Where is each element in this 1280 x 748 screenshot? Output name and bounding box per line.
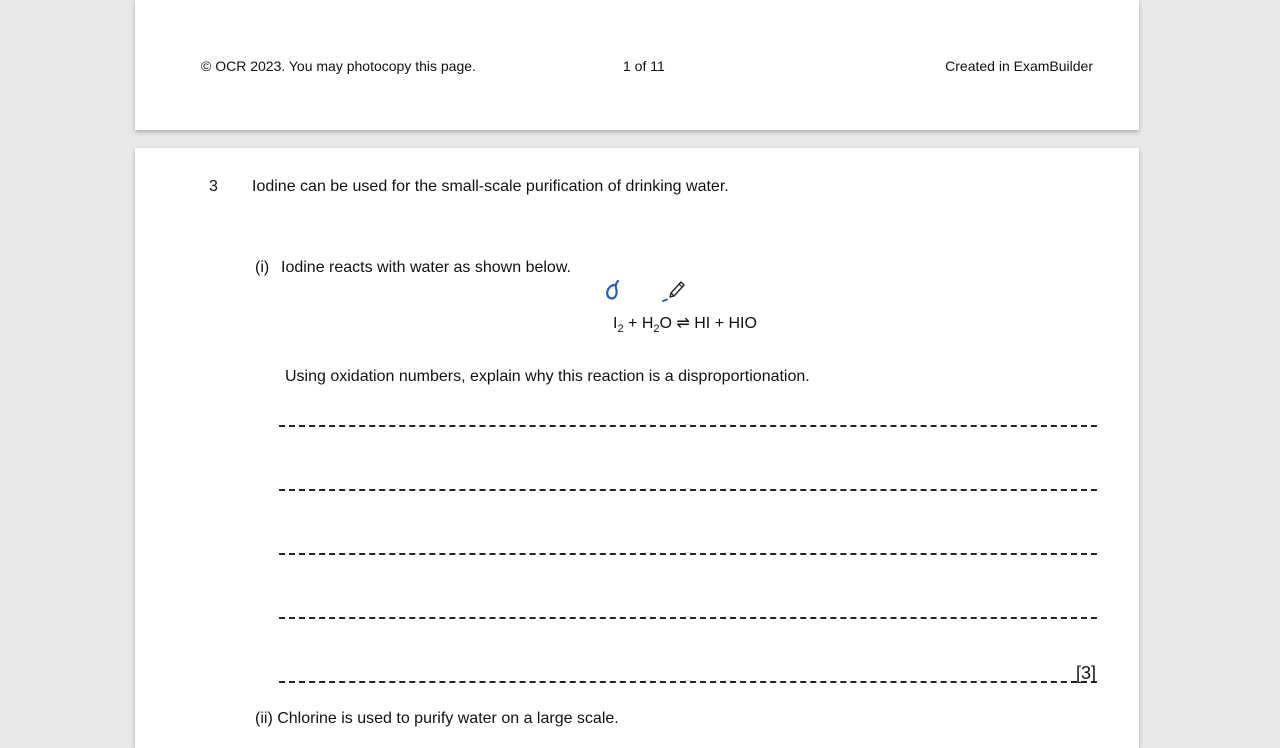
part-i-label: (i) xyxy=(255,259,270,276)
answer-line-3[interactable] xyxy=(279,553,1097,555)
question-number: 3 xyxy=(209,178,218,195)
footer-created-in: Created in ExamBuilder xyxy=(945,58,1093,74)
equation-water-o: O xyxy=(659,315,672,332)
answer-line-4[interactable] xyxy=(279,617,1097,619)
footer-page-indicator: 1 of 11 xyxy=(623,58,665,74)
pen-icon[interactable] xyxy=(661,277,689,303)
marks-indicator: [3] xyxy=(1075,663,1096,683)
chemical-equation: I2 + H2O ⇌ HI + HIO xyxy=(613,313,757,335)
question-stem: Iodine can be used for the small-scale p… xyxy=(252,178,729,195)
part-ii-text: Chlorine is used to purify water on a la… xyxy=(277,710,619,727)
handwritten-zero-annotation xyxy=(606,280,620,300)
equation-products: HI + HIO xyxy=(694,315,757,332)
answer-line-2[interactable] xyxy=(279,489,1097,491)
equilibrium-arrow: ⇌ xyxy=(671,315,695,332)
footer-copyright: © OCR 2023. You may photocopy this page. xyxy=(201,58,476,74)
part-ii: (ii) Chlorine is used to purify water on… xyxy=(255,710,619,728)
answer-line-1[interactable] xyxy=(279,425,1097,427)
part-i-instruction: Using oxidation numbers, explain why thi… xyxy=(285,368,810,385)
part-i-intro: Iodine reacts with water as shown below. xyxy=(281,259,571,276)
current-page: 3 Iodine can be used for the small-scale… xyxy=(135,148,1139,748)
previous-page: © OCR 2023. You may photocopy this page.… xyxy=(135,0,1139,130)
equation-plus: + xyxy=(623,315,642,332)
equation-water-h: H xyxy=(641,315,654,332)
answer-line-5[interactable] xyxy=(279,681,1097,683)
part-ii-label: (ii) xyxy=(255,710,273,727)
